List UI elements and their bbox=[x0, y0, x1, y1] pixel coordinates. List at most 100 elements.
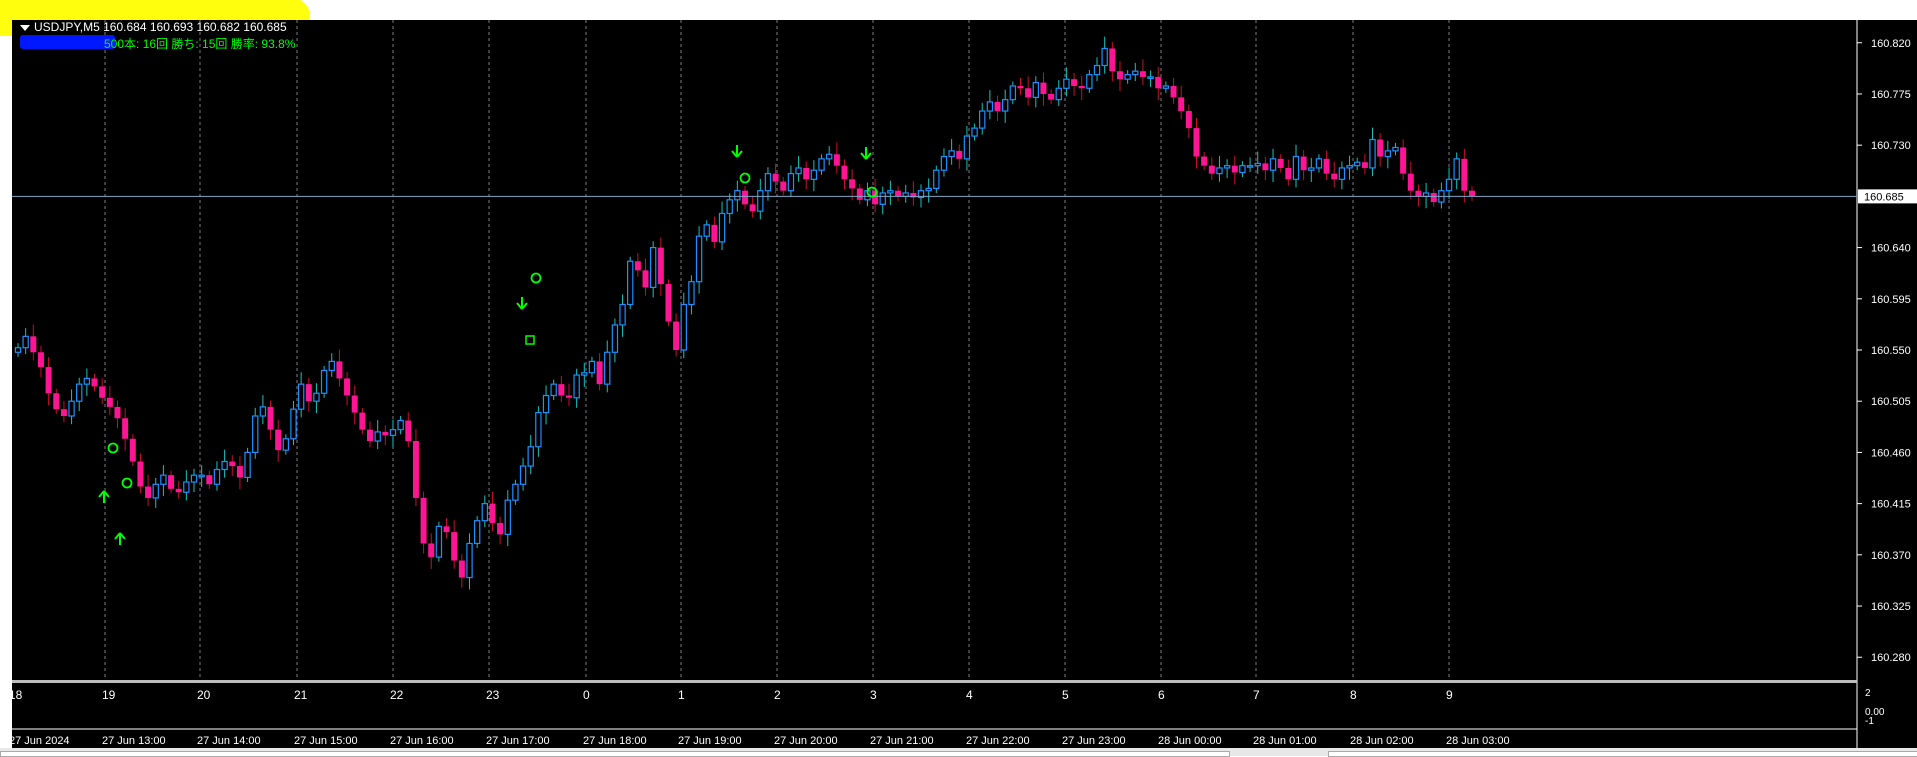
indicator-tick-label: -1 bbox=[1865, 716, 1874, 727]
candle-body bbox=[795, 167, 802, 175]
buy-arrow-icon bbox=[114, 532, 126, 545]
candle-body bbox=[1116, 71, 1123, 80]
hour-label: 5 bbox=[1062, 688, 1069, 702]
redaction-mark bbox=[20, 35, 115, 49]
time-label: 27 Jun 2024 bbox=[12, 735, 70, 747]
candle-body bbox=[473, 520, 481, 545]
candle-body bbox=[236, 466, 243, 478]
candle-body bbox=[757, 190, 764, 212]
candle-body bbox=[282, 438, 290, 451]
candle-body bbox=[30, 336, 37, 353]
candle-body bbox=[489, 503, 496, 523]
indicator-separator[interactable] bbox=[12, 680, 1857, 683]
candle-body bbox=[742, 190, 748, 205]
candle-body bbox=[1040, 82, 1047, 94]
signal-circle-icon bbox=[107, 442, 119, 454]
candle-body bbox=[695, 235, 703, 283]
candle-body bbox=[1407, 173, 1414, 191]
candle-body bbox=[1048, 93, 1055, 100]
hour-label: 6 bbox=[1158, 688, 1165, 702]
candle-body bbox=[703, 224, 710, 237]
candle-body bbox=[1285, 167, 1292, 180]
time-label: 28 Jun 02:00 bbox=[1350, 735, 1414, 747]
candle-body bbox=[435, 525, 443, 558]
candle-body bbox=[1001, 99, 1009, 112]
candle-body bbox=[933, 169, 940, 190]
bottom-tab-strip bbox=[0, 748, 1917, 757]
candle-body bbox=[320, 369, 328, 394]
candle-body bbox=[1063, 78, 1070, 89]
candle-body bbox=[1185, 111, 1192, 129]
candle-body bbox=[1469, 190, 1475, 197]
symbol-info: USDJPY,M5 160.684 160.693 160.682 160.68… bbox=[20, 20, 287, 34]
time-label: 27 Jun 20:00 bbox=[774, 735, 838, 747]
collapse-triangle-icon[interactable] bbox=[20, 24, 30, 31]
candle-body bbox=[657, 247, 664, 284]
candle-body bbox=[412, 441, 419, 498]
candle-body bbox=[902, 192, 909, 197]
price-tick-label: 160.280 bbox=[1871, 652, 1911, 664]
candle-body bbox=[895, 190, 902, 197]
candle-body bbox=[183, 481, 190, 493]
candle-body bbox=[297, 383, 305, 410]
candle-body bbox=[810, 169, 818, 180]
candle-body bbox=[466, 542, 473, 579]
candle-body bbox=[611, 324, 619, 353]
candle-body bbox=[1086, 74, 1093, 89]
candle-body bbox=[1201, 156, 1208, 166]
candle-body bbox=[1331, 173, 1338, 180]
candle-body bbox=[481, 503, 489, 522]
price-tick-label: 160.460 bbox=[1871, 447, 1911, 459]
sell-arrow-icon bbox=[516, 297, 528, 310]
candle-body bbox=[1178, 97, 1185, 112]
sell-arrow-icon bbox=[731, 145, 743, 158]
hour-label: 20 bbox=[197, 688, 211, 702]
main-chart[interactable]: 160.820 160.775 160.730 160.640 160.595 160.5… bbox=[12, 20, 1917, 756]
hour-label: 19 bbox=[102, 688, 116, 702]
candle-body bbox=[275, 429, 282, 451]
candle-body bbox=[1323, 158, 1330, 174]
hour-label: 3 bbox=[870, 688, 877, 702]
candle-body bbox=[420, 497, 427, 544]
candle-body bbox=[787, 173, 795, 192]
candle-body bbox=[581, 372, 588, 376]
chart-window[interactable]: 160.820 160.775 160.730 160.640 160.595 160.5… bbox=[12, 20, 1917, 756]
candle-body bbox=[137, 461, 144, 487]
candle-body bbox=[825, 153, 833, 160]
candle-body bbox=[680, 303, 687, 351]
candle-body bbox=[665, 284, 672, 322]
candle-body bbox=[1277, 158, 1284, 168]
time-label: 27 Jun 22:00 bbox=[966, 735, 1030, 747]
time-label: 27 Jun 13:00 bbox=[102, 735, 166, 747]
candle-body bbox=[1223, 165, 1231, 169]
candle-body bbox=[1132, 70, 1139, 76]
candle-body bbox=[1384, 150, 1392, 158]
candle-body bbox=[359, 412, 366, 430]
candle-body bbox=[83, 377, 91, 385]
candle-body bbox=[596, 361, 603, 385]
candle-body bbox=[190, 474, 198, 483]
scroll-segment[interactable] bbox=[0, 751, 1230, 757]
candle-body bbox=[619, 303, 626, 326]
candle-body bbox=[979, 110, 986, 129]
candle-body bbox=[627, 260, 634, 306]
candle-body bbox=[206, 475, 213, 485]
candle-body bbox=[229, 461, 236, 467]
signal-circle-icon bbox=[121, 477, 133, 489]
candle-body bbox=[780, 181, 787, 191]
candle-body bbox=[588, 360, 596, 374]
candle-body bbox=[305, 384, 312, 402]
candle-body bbox=[772, 173, 779, 182]
candle-body bbox=[718, 212, 726, 243]
candle-body bbox=[734, 190, 741, 201]
scroll-segment[interactable] bbox=[1328, 751, 1917, 757]
time-label: 27 Jun 23:00 bbox=[1062, 735, 1126, 747]
candle-body bbox=[389, 429, 397, 436]
candle-body bbox=[129, 438, 136, 462]
candle-body bbox=[252, 415, 259, 454]
candle-body bbox=[397, 419, 404, 431]
hour-label: 4 bbox=[966, 688, 973, 702]
signal-square-icon bbox=[525, 335, 535, 345]
signal-circle-icon bbox=[530, 272, 542, 284]
candle-body bbox=[887, 190, 894, 194]
